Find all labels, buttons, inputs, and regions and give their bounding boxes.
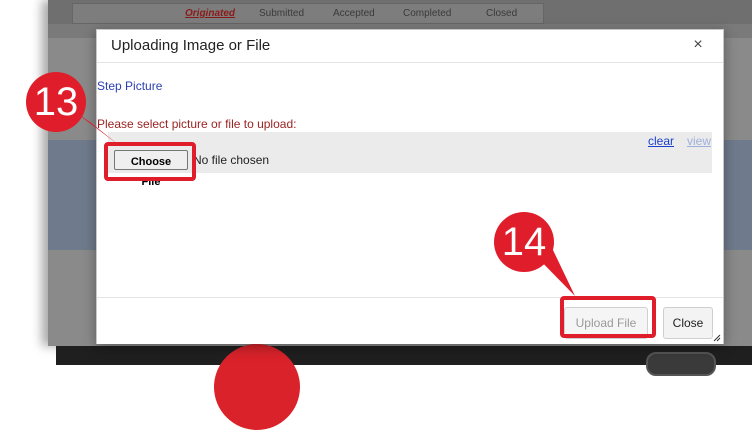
no-file-chosen-text: No file chosen: [193, 153, 270, 167]
bottom-button[interactable]: [646, 352, 716, 376]
close-button[interactable]: Close: [663, 307, 713, 339]
callout-14-badge: 14: [494, 212, 554, 272]
status-submitted: Submitted: [259, 8, 305, 19]
status-completed: Completed: [403, 8, 452, 19]
dialog-header: Uploading Image or File ×: [97, 30, 723, 63]
clear-link[interactable]: clear: [648, 134, 674, 148]
status-strip: [72, 3, 544, 24]
status-accepted: Accepted: [333, 8, 375, 19]
close-icon[interactable]: ×: [687, 34, 709, 56]
view-link[interactable]: view: [687, 134, 711, 148]
status-closed: Closed: [486, 8, 518, 19]
resize-grip-icon[interactable]: [713, 334, 721, 342]
callout-circle-partial: [214, 344, 300, 430]
dialog-title: Uploading Image or File: [111, 37, 271, 54]
status-originated: Originated: [185, 8, 236, 19]
callout-13-badge: 13: [26, 72, 86, 132]
